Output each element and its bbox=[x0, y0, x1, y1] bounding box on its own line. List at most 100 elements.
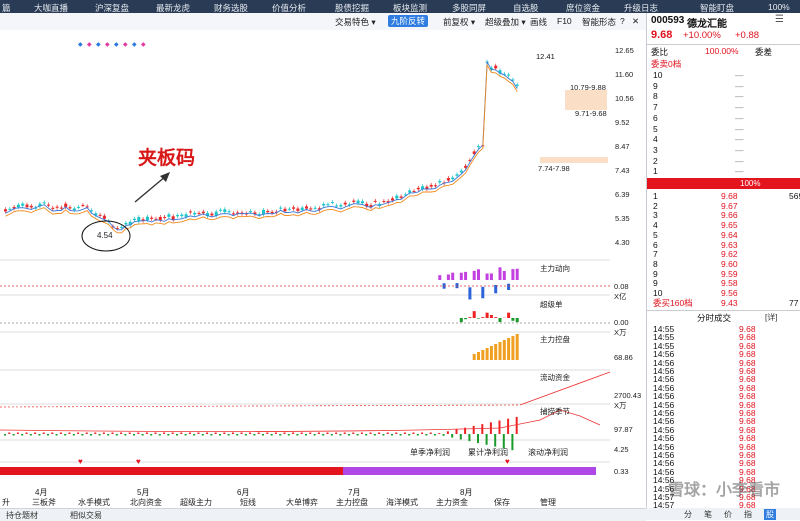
buy-level-price: 9.58 bbox=[721, 278, 738, 288]
close-icon[interactable]: ✕ bbox=[632, 16, 639, 27]
panel-tab-4[interactable]: 股 bbox=[764, 509, 776, 520]
candle-body bbox=[124, 223, 127, 224]
stock-change: +0.88 bbox=[735, 30, 759, 41]
buy-level-row[interactable]: 89.60 bbox=[647, 259, 800, 269]
control-bar bbox=[507, 338, 510, 360]
catch-season-bar bbox=[404, 433, 406, 435]
catch-season-bar bbox=[382, 434, 384, 436]
catch-season-bar bbox=[34, 433, 36, 435]
candle-body bbox=[223, 209, 226, 212]
panel-tab-2[interactable]: 价 bbox=[724, 509, 732, 520]
strategy-tab-0[interactable]: 升 bbox=[2, 497, 10, 508]
trades-detail-link[interactable]: [详] bbox=[765, 312, 777, 323]
strategy-tab-5[interactable]: 短线 bbox=[240, 497, 256, 508]
catch-season-bar bbox=[335, 433, 337, 435]
buy-level-row[interactable]: 79.62 bbox=[647, 249, 800, 259]
buy-level-row[interactable]: 29.67 bbox=[647, 201, 800, 211]
catch-season-bar bbox=[279, 434, 281, 436]
tab-similar-trade[interactable]: 相似交易 bbox=[70, 510, 102, 521]
catch-season-bar bbox=[413, 433, 415, 435]
sell-level-row[interactable]: 2— bbox=[647, 156, 800, 166]
catch-season-bar bbox=[228, 434, 230, 436]
candle-body bbox=[26, 205, 29, 208]
strategy-tab-9[interactable]: 主力资金 bbox=[436, 497, 468, 508]
nav-item-13[interactable]: 100% bbox=[768, 2, 790, 12]
indicator-unit-0: X亿 bbox=[614, 291, 627, 302]
buy-level-row[interactable]: 69.63 bbox=[647, 240, 800, 250]
panel-tab-0[interactable]: 分 bbox=[684, 509, 692, 520]
candle-body bbox=[167, 214, 170, 217]
panel-tab-3[interactable]: 指 bbox=[744, 509, 752, 520]
sell-level-row[interactable]: 3— bbox=[647, 145, 800, 155]
candle-body bbox=[228, 211, 231, 212]
buy-level-num: 5 bbox=[653, 230, 658, 240]
buy-level-row[interactable]: 109.56 bbox=[647, 288, 800, 298]
catch-season-bar bbox=[357, 434, 359, 436]
control-bar bbox=[481, 350, 484, 360]
strategy-tab-4[interactable]: 超级主力 bbox=[180, 497, 212, 508]
candle-body bbox=[279, 208, 282, 209]
catch-season-bar bbox=[296, 434, 298, 436]
candle-body bbox=[331, 202, 334, 203]
panel-tab-1[interactable]: 笔 bbox=[704, 509, 712, 520]
catch-season-bar bbox=[4, 434, 6, 436]
toolbar-item-3[interactable]: 超级叠加 ▾ bbox=[485, 16, 526, 28]
sell-level-row[interactable]: 1— bbox=[647, 166, 800, 176]
buy-level-row[interactable]: 19.68569 bbox=[647, 191, 800, 201]
candle-body bbox=[99, 215, 102, 216]
toolbar-item-0[interactable]: 交易特色 ▾ bbox=[335, 16, 376, 28]
strategy-tab-2[interactable]: 水手模式 bbox=[78, 497, 110, 508]
sell-level-row[interactable]: 6— bbox=[647, 113, 800, 123]
price-tick-8: 4.30 bbox=[615, 238, 630, 247]
buy-level-row[interactable]: 99.59 bbox=[647, 269, 800, 279]
buy-level-row[interactable]: 39.66 bbox=[647, 210, 800, 220]
sell-level-row[interactable]: 5— bbox=[647, 124, 800, 134]
buy-level-row[interactable]: 99.58 bbox=[647, 278, 800, 288]
buy-level-row[interactable]: 49.65 bbox=[647, 220, 800, 230]
catch-season-bar bbox=[69, 433, 71, 435]
catch-season-bar bbox=[417, 434, 419, 436]
super-order-bar bbox=[464, 318, 467, 319]
sell-level-row[interactable]: 4— bbox=[647, 134, 800, 144]
catch-season-bar bbox=[408, 434, 410, 436]
catch-season-bar bbox=[266, 433, 268, 435]
range-label-b: 9.71-9.68 bbox=[575, 109, 607, 118]
sell-level-num: 1 bbox=[653, 166, 658, 176]
strategy-tab-6[interactable]: 大单博弈 bbox=[286, 497, 318, 508]
help-icon[interactable]: ? bbox=[620, 16, 625, 26]
kline-chart-area[interactable]: ◆◆◆◆◆◆◆◆♥♥♥ 12.6511.6010.569.528.477.436… bbox=[0, 30, 646, 508]
toolbar-item-5[interactable]: F10 bbox=[557, 16, 572, 26]
toolbar-item-1[interactable]: 九阶反转 bbox=[388, 15, 428, 27]
toolbar-item-6[interactable]: 智能形态 bbox=[582, 16, 616, 28]
menu-icon[interactable]: ☰ bbox=[775, 14, 784, 25]
catch-season-bar bbox=[447, 431, 449, 434]
strategy-tab-8[interactable]: 海洋模式 bbox=[386, 497, 418, 508]
strategy-tab-10[interactable]: 保存 bbox=[494, 497, 510, 508]
sell-level-row[interactable]: 8— bbox=[647, 91, 800, 101]
indicator-value-1: 0.00 bbox=[614, 318, 629, 327]
catch-season-bar bbox=[511, 434, 513, 450]
tab-holding-theme[interactable]: 持仓题材 bbox=[6, 510, 38, 521]
main-flow-bar bbox=[511, 269, 514, 280]
sell-level-row[interactable]: 10— bbox=[647, 70, 800, 80]
sell-level-row[interactable]: 7— bbox=[647, 102, 800, 112]
top-marker: ◆ bbox=[96, 42, 101, 48]
strategy-tab-11[interactable]: 管理 bbox=[540, 497, 556, 508]
sell-level-row[interactable]: 9— bbox=[647, 81, 800, 91]
buy-level-price: 9.60 bbox=[721, 259, 738, 269]
toolbar-item-2[interactable]: 前复权 ▾ bbox=[443, 16, 475, 28]
ref-line bbox=[0, 405, 520, 407]
toolbar-item-4[interactable]: 画线 bbox=[530, 16, 547, 28]
buy-level-row[interactable]: 59.64 bbox=[647, 230, 800, 240]
band-purple bbox=[343, 467, 596, 475]
chart-toolbar: 交易特色 ▾ 九阶反转 前复权 ▾ 超级叠加 ▾ 画线 F10 智能形态? ✕ bbox=[0, 13, 646, 31]
candle-body bbox=[344, 203, 347, 205]
price-tick-0: 12.65 bbox=[615, 46, 634, 55]
catch-season-bar bbox=[155, 433, 157, 435]
strategy-tab-7[interactable]: 主力控盘 bbox=[336, 497, 368, 508]
catch-season-bar bbox=[516, 417, 518, 434]
event-marker: ♥ bbox=[78, 457, 83, 466]
strategy-tab-3[interactable]: 北向资金 bbox=[130, 497, 162, 508]
strategy-tab-1[interactable]: 三板斧 bbox=[32, 497, 56, 508]
annotation-title: 夹板码 bbox=[138, 143, 195, 170]
